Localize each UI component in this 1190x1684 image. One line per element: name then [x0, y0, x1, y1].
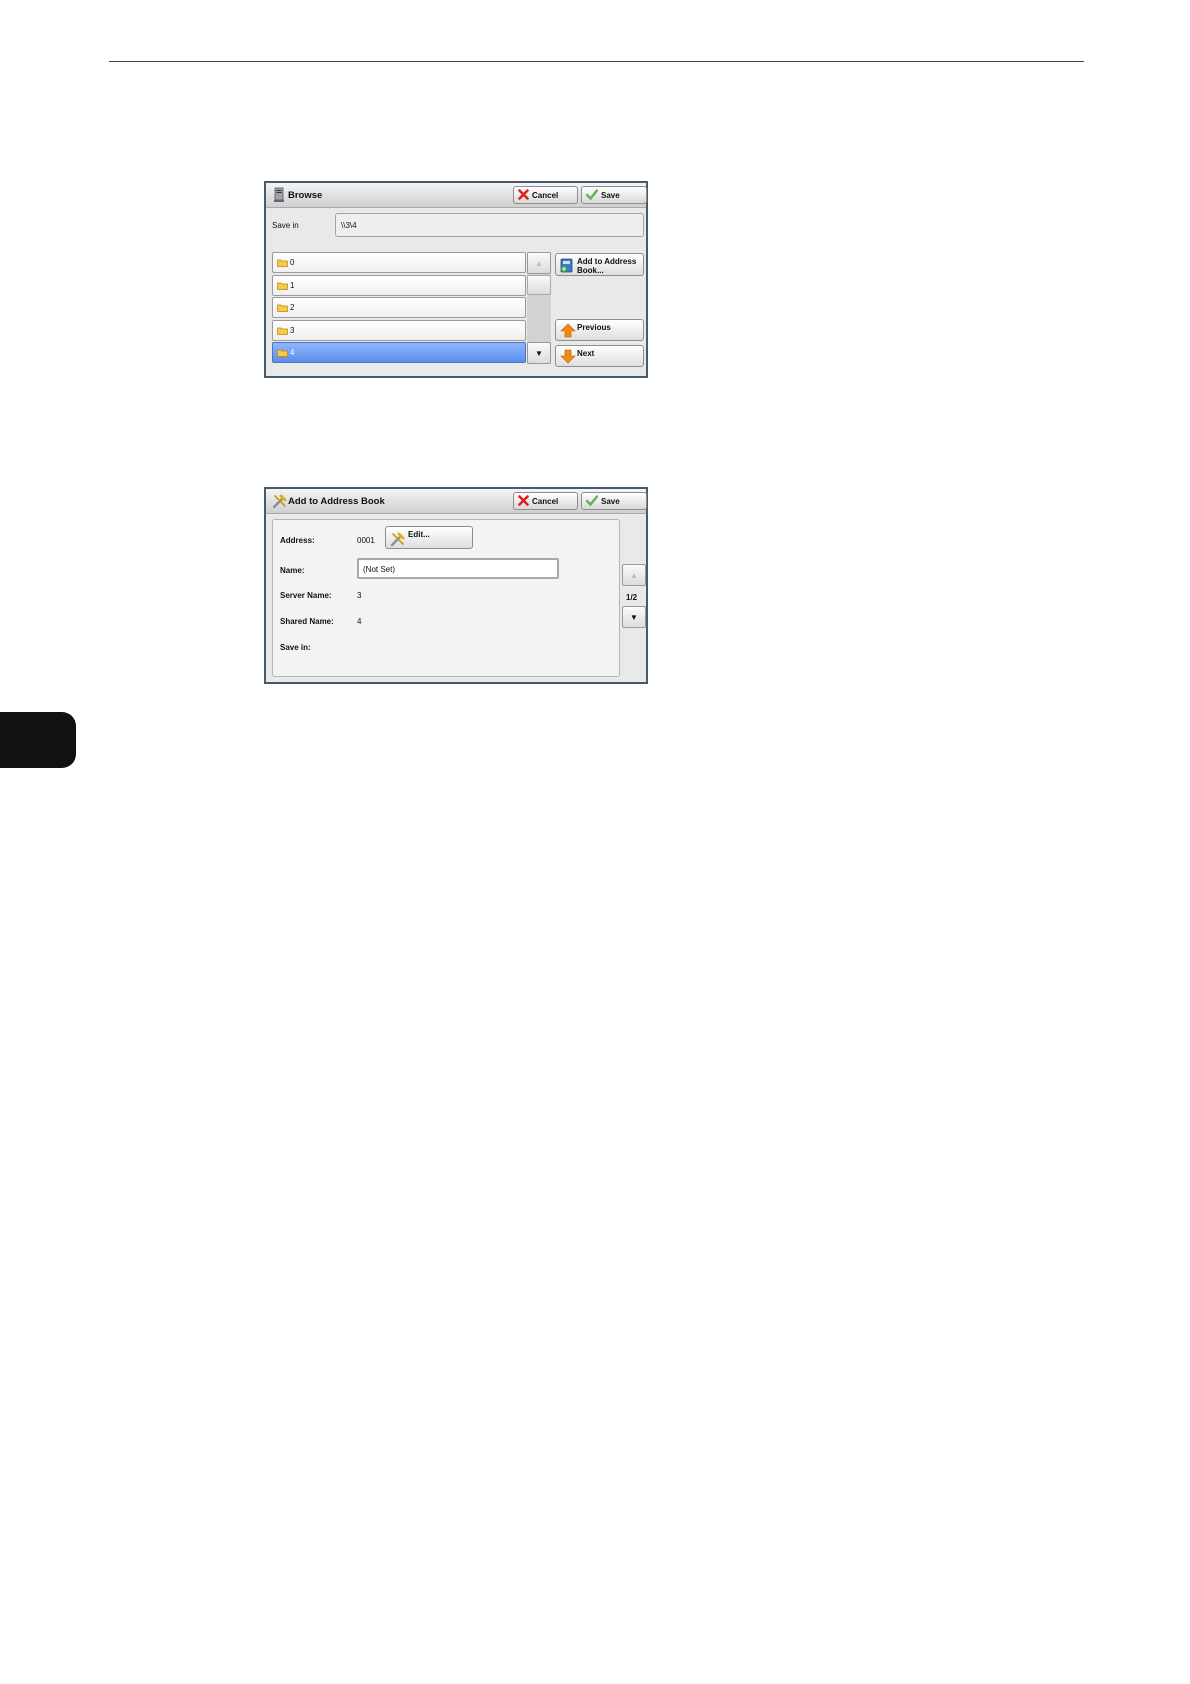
server-name-value: 3 [357, 591, 362, 600]
tools-icon [272, 493, 287, 509]
browse-title: Browse [288, 190, 323, 201]
previous-button[interactable]: Previous [555, 319, 644, 341]
add-to-address-book-button[interactable]: Add to Address Book... [555, 253, 644, 276]
scroll-down-arrow-icon: ▼ [535, 348, 543, 358]
cancel-x-icon [518, 494, 529, 508]
save-in-label: Save in: [280, 643, 311, 652]
page-indicator: 1/2 [626, 593, 638, 602]
save-check-icon [585, 188, 599, 202]
folder-list-item[interactable]: 1 [272, 274, 526, 296]
folder-scroll-thumb[interactable] [527, 275, 551, 295]
save-check-icon [585, 494, 599, 508]
cancel-label: Cancel [532, 190, 559, 200]
browse-titlebar: Browse Cancel Save [266, 183, 647, 208]
folder-icon [277, 259, 288, 269]
folder-scroll-down-button[interactable]: ▼ [527, 342, 551, 364]
save-in-label: Save in [272, 221, 299, 230]
add-to-address-book-label-line1: Add to Address [577, 257, 637, 266]
shared-name-value: 4 [357, 617, 362, 626]
address-book-cancel-button[interactable]: Cancel [513, 492, 578, 510]
down-arrow-icon [560, 349, 576, 366]
name-field[interactable]: (Not Set) [357, 558, 559, 579]
scroll-up-arrow-icon: ▲ [535, 258, 543, 268]
folder-label: 2 [290, 303, 295, 312]
save-in-path-field: \\3\4 [335, 213, 644, 237]
address-label: Address: [280, 536, 315, 545]
address-book-title: Add to Address Book [288, 496, 385, 507]
page-scroll-down-button[interactable]: ▼ [622, 606, 646, 628]
shared-name-label: Shared Name: [280, 617, 334, 626]
previous-label: Previous [577, 323, 611, 332]
server-icon [272, 187, 286, 203]
up-arrow-icon [560, 323, 576, 340]
scroll-up-arrow-icon: ▲ [630, 570, 638, 580]
folder-list-item[interactable]: 0 [272, 252, 526, 273]
add-to-address-book-dialog: Add to Address Book Cancel Save Address:… [264, 487, 648, 684]
folder-label: 0 [290, 258, 295, 267]
folder-list-item[interactable]: 4 [272, 342, 526, 363]
chapter-side-tab [0, 712, 76, 768]
address-book-save-button[interactable]: Save [581, 492, 647, 510]
save-label: Save [601, 190, 620, 200]
edit-address-button[interactable]: Edit... [385, 526, 473, 549]
address-book-icon [560, 258, 574, 275]
save-in-path-value: \\3\4 [341, 221, 357, 230]
browse-save-button[interactable]: Save [581, 186, 647, 204]
folder-icon [277, 304, 288, 314]
folder-scroll-up-button[interactable]: ▲ [527, 252, 551, 274]
browse-dialog: Browse Cancel Save Save in \\3\4 0 1 2 3 4 ▲… [264, 181, 648, 378]
address-value: 0001 [357, 536, 375, 545]
page-top-rule [109, 61, 1084, 62]
folder-label: 3 [290, 325, 295, 335]
folder-label: 4 [290, 348, 295, 357]
folder-label: 1 [290, 280, 295, 290]
name-value: (Not Set) [363, 565, 396, 574]
address-book-titlebar: Add to Address Book Cancel Save [266, 489, 647, 514]
name-label: Name: [280, 566, 305, 575]
server-name-label: Server Name: [280, 591, 332, 600]
page-scroll-up-button[interactable]: ▲ [622, 564, 646, 586]
tools-icon [390, 531, 406, 549]
save-label: Save [601, 496, 620, 506]
browse-cancel-button[interactable]: Cancel [513, 186, 578, 204]
edit-label: Edit... [408, 530, 430, 539]
folder-list-item[interactable]: 2 [272, 297, 526, 318]
cancel-label: Cancel [532, 496, 559, 506]
scroll-down-arrow-icon: ▼ [630, 612, 638, 622]
address-details-panel: Address: 0001 Edit... Name: (Not Set) Se… [272, 519, 620, 677]
next-button[interactable]: Next [555, 345, 644, 367]
folder-icon [277, 282, 288, 292]
cancel-x-icon [518, 188, 529, 202]
add-to-address-book-label-line2: Book... [577, 266, 604, 275]
folder-icon [277, 349, 288, 359]
folder-list-item[interactable]: 3 [272, 319, 526, 341]
folder-icon [277, 327, 288, 337]
next-label: Next [577, 349, 595, 358]
